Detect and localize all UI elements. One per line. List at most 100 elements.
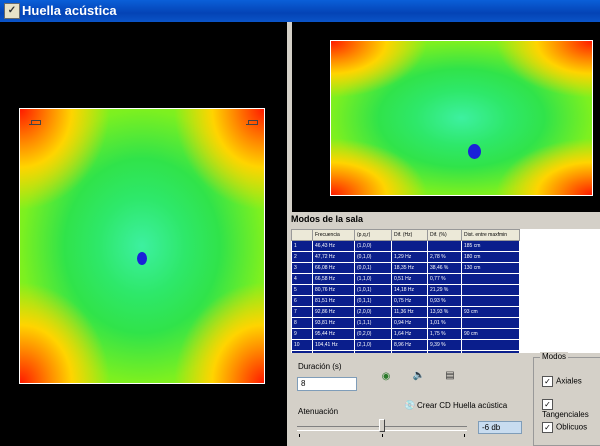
table-cell — [461, 339, 520, 351]
table-cell: 2,78 % — [427, 251, 462, 263]
table-row[interactable]: 6 81,51 Hz (0,1,1) 0,75 Hz 0,93 % — [291, 295, 520, 307]
side-heatmap[interactable] — [330, 40, 593, 196]
attenuation-label: Atenuación — [298, 407, 339, 416]
tangenciales-check-icon[interactable]: ✓ — [542, 399, 553, 410]
table-cell: 38,46 % — [427, 262, 462, 274]
table-cell: 7 — [291, 306, 313, 318]
table-row[interactable]: 10 104,41 Hz (2,1,0) 8,96 Hz 9,39 % — [291, 339, 520, 351]
table-cell: 2 — [291, 251, 313, 263]
table-cell: (1,1,0) — [354, 273, 392, 285]
table-cell: 6 — [291, 295, 313, 307]
table-cell: 21,29 % — [427, 284, 462, 296]
table-cell: 92,86 Hz — [312, 306, 355, 318]
slider-tick — [299, 434, 300, 437]
table-row[interactable]: 2 47,72 Hz (0,1,0) 1,29 Hz 2,78 % 180 cm — [291, 251, 520, 263]
table-cell: 1,01 % — [427, 317, 462, 329]
table-cell — [427, 240, 462, 252]
table-cell: 90 cm — [461, 328, 520, 340]
table-header-cell[interactable]: Dist. entre maxfmin — [461, 229, 520, 241]
table-cell: 9 — [291, 328, 313, 340]
table-cell: 1 — [291, 240, 313, 252]
table-cell: 93 cm — [461, 306, 520, 318]
slider-tick — [464, 434, 465, 437]
table-cell: 11,36 Hz — [391, 306, 428, 318]
table-header-cell[interactable]: Dif. (Hz) — [391, 229, 428, 241]
table-cell — [461, 284, 520, 296]
table-cell: 93,81 Hz — [312, 317, 355, 329]
table-row[interactable]: 8 93,81 Hz (1,1,1) 0,94 Hz 1,01 % — [291, 317, 520, 329]
table-row[interactable]: 3 66,08 Hz (0,0,1) 18,35 Hz 38,46 % 130 cm — [291, 262, 520, 274]
cd-icon: 💿 — [404, 400, 416, 410]
axiales-check-icon[interactable]: ✓ — [542, 376, 553, 387]
side-listener-dot[interactable] — [468, 144, 481, 159]
table-cell: 95,44 Hz — [312, 328, 355, 340]
table-cell: (1,0,1) — [354, 284, 392, 296]
window-title: Huella acústica — [22, 3, 117, 18]
table-row[interactable]: 7 92,86 Hz (2,0,0) 11,36 Hz 13,93 % 93 cm — [291, 306, 520, 318]
table-cell: (0,1,0) — [354, 251, 392, 263]
table-cell: (0,0,1) — [354, 262, 392, 274]
table-header-cell[interactable]: (p,q,r) — [354, 229, 392, 241]
tangenciales-label: Tangenciales — [542, 410, 589, 419]
table-cell: 4 — [291, 273, 313, 285]
table-cell: (2,0,0) — [354, 306, 392, 318]
speaker-sound-icon[interactable]: 🔈 — [412, 369, 426, 383]
checkbox-tangenciales[interactable]: ✓Tangenciales — [542, 399, 600, 419]
table-cell: (1,1,1) — [354, 317, 392, 329]
record-icon[interactable]: ◉ — [379, 370, 393, 384]
table-header-cell[interactable]: Frecuencia — [312, 229, 355, 241]
speaker-right-icon — [246, 120, 258, 128]
table-cell: 81,51 Hz — [312, 295, 355, 307]
table-cell: 18,35 Hz — [391, 262, 428, 274]
table-cell: (1,0,0) — [354, 240, 392, 252]
table-header-cell[interactable] — [291, 229, 313, 241]
table-cell: 8 — [291, 317, 313, 329]
table-cell: 8,96 Hz — [391, 339, 428, 351]
table-cell: 66,08 Hz — [312, 262, 355, 274]
duration-input[interactable]: 8 — [297, 377, 357, 391]
table-cell: (0,2,0) — [354, 328, 392, 340]
table-row[interactable]: 4 66,58 Hz (1,1,0) 0,51 Hz 0,77 % — [291, 273, 520, 285]
title-bar: ✓ Huella acústica — [0, 0, 600, 22]
table-cell: 46,43 Hz — [312, 240, 355, 252]
table-cell: 1,29 Hz — [391, 251, 428, 263]
table-cell: 5 — [291, 284, 313, 296]
table-cell: 80,76 Hz — [312, 284, 355, 296]
duration-label: Duración (s) — [298, 362, 342, 371]
table-cell: (0,1,1) — [354, 295, 392, 307]
table-cell: 47,72 Hz — [312, 251, 355, 263]
table-cell: (2,1,0) — [354, 339, 392, 351]
create-cd-button[interactable]: Crear CD Huella acústica — [417, 401, 507, 410]
table-cell: 0,94 Hz — [391, 317, 428, 329]
modos-group: Modos ✓ Axiales ✓Tangenciales ✓ Oblicuos — [533, 352, 600, 446]
table-row[interactable]: 9 95,44 Hz (0,2,0) 1,64 Hz 1,75 % 90 cm — [291, 328, 520, 340]
checkbox-axiales[interactable]: ✓ Axiales — [542, 376, 582, 387]
table-cell: 104,41 Hz — [312, 339, 355, 351]
table-cell — [461, 317, 520, 329]
table-cell — [391, 240, 428, 252]
oblicuos-label: Oblicuos — [556, 422, 588, 432]
table-cell: 3 — [291, 262, 313, 274]
list-view-icon[interactable]: ▤ — [443, 369, 457, 383]
table-cell: 180 cm — [461, 251, 520, 263]
oblicuos-check-icon[interactable]: ✓ — [542, 422, 553, 433]
listener-position-dot[interactable] — [137, 252, 147, 265]
checkbox-oblicuos[interactable]: ✓ Oblicuos — [542, 422, 587, 433]
attenuation-value[interactable]: -6 db — [478, 421, 522, 434]
axiales-label: Axiales — [556, 376, 582, 386]
table-row[interactable]: 5 80,76 Hz (1,0,1) 14,18 Hz 21,29 % — [291, 284, 520, 296]
floor-heatmap[interactable] — [19, 108, 265, 384]
table-cell: 10 — [291, 339, 313, 351]
table-cell: 1,64 Hz — [391, 328, 428, 340]
table-row[interactable]: 1 46,43 Hz (1,0,0) 185 cm — [291, 240, 520, 252]
slider-tick — [382, 434, 383, 437]
table-cell — [461, 273, 520, 285]
table-header-cell[interactable]: Dif. (%) — [427, 229, 462, 241]
modos-title: Modos — [540, 352, 569, 361]
table-cell: 185 cm — [461, 240, 520, 252]
attenuation-slider-thumb[interactable] — [379, 419, 385, 432]
table-cell: 130 cm — [461, 262, 520, 274]
app-icon[interactable]: ✓ — [4, 3, 20, 19]
table-cell: 14,18 Hz — [391, 284, 428, 296]
table-cell: 0,77 % — [427, 273, 462, 285]
